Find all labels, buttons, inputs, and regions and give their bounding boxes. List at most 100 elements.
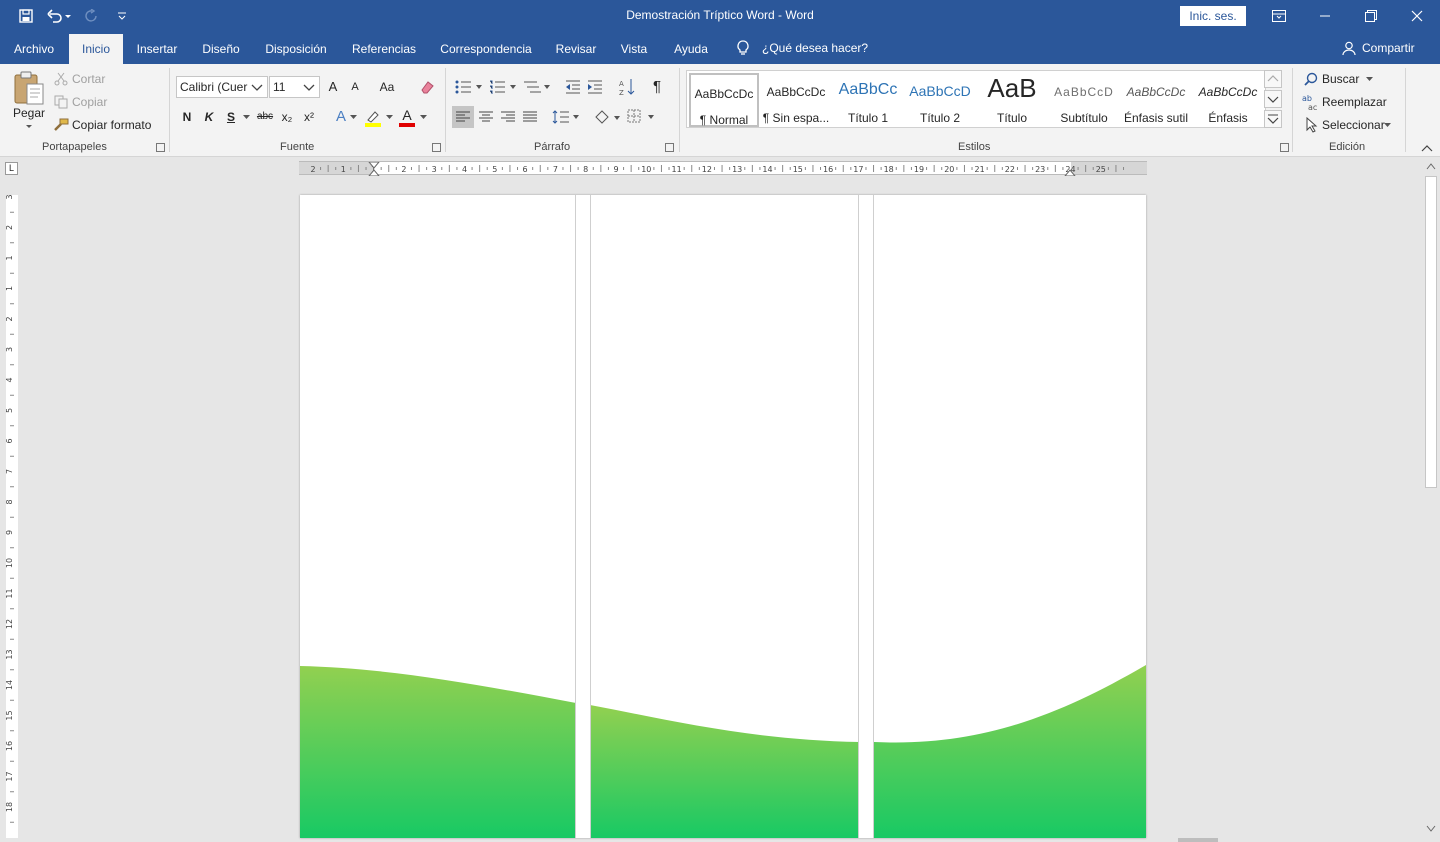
change-case-button[interactable]: Aa (372, 76, 402, 98)
ruler-number: 16 (6, 741, 14, 751)
styles-launcher-button[interactable] (1280, 143, 1289, 152)
sort-button[interactable]: AZ (616, 76, 638, 98)
paste-dropdown-icon[interactable] (25, 124, 33, 129)
scroll-down-icon[interactable] (1426, 825, 1436, 833)
replace-button[interactable]: Reemplazar (1322, 95, 1387, 109)
format-painter-button[interactable]: Copiar formato (72, 118, 151, 132)
tab-archivo[interactable]: Archivo (6, 34, 62, 64)
justify-icon (523, 111, 537, 122)
font-name-box[interactable]: Calibri (Cuer (176, 76, 268, 98)
find-button[interactable]: Buscar (1322, 72, 1359, 86)
ruler-number: 15 (793, 165, 803, 174)
decrease-indent-button[interactable] (563, 76, 583, 98)
shading-button[interactable] (592, 106, 624, 128)
style-heading-1[interactable]: AaBbCc Título 1 (833, 73, 903, 127)
style-no-spacing[interactable]: AaBbCcDc ¶ Sin espa... (761, 73, 831, 127)
tab-diseno[interactable]: Diseño (195, 34, 247, 64)
share-button[interactable]: Compartir (1342, 32, 1415, 64)
horizontal-scrollbar-thumb[interactable] (1178, 838, 1218, 842)
text-effects-button[interactable]: A (330, 106, 352, 128)
line-spacing-icon (552, 110, 579, 124)
align-center-button[interactable] (475, 106, 497, 128)
chevron-down-icon[interactable] (420, 115, 427, 119)
style-title[interactable]: AaB Título (977, 73, 1047, 127)
ruler-number: 6 (523, 165, 528, 174)
restore-button[interactable] (1348, 0, 1394, 32)
tab-insertar[interactable]: Insertar (130, 34, 184, 64)
multilevel-list-button[interactable] (522, 76, 552, 98)
chevron-down-icon[interactable] (1366, 77, 1373, 81)
tab-inicio[interactable]: Inicio (69, 34, 123, 64)
tab-vista[interactable]: Vista (614, 34, 654, 64)
styles-group-label: Estilos (958, 141, 991, 153)
chevron-down-icon[interactable] (302, 80, 316, 94)
svg-text:ac: ac (1308, 103, 1317, 111)
clipboard-launcher-button[interactable] (156, 143, 165, 152)
line-spacing-button[interactable] (551, 106, 581, 128)
close-button[interactable] (1394, 0, 1440, 32)
tab-correspondencia[interactable]: Correspondencia (436, 34, 536, 64)
document-page[interactable] (300, 195, 1146, 838)
style-subtle-emphasis[interactable]: AaBbCcDc Énfasis sutil (1121, 73, 1191, 127)
numbering-button[interactable] (488, 76, 518, 98)
copy-button[interactable]: Copiar (72, 95, 107, 109)
chevron-down-icon[interactable] (386, 115, 393, 119)
collapse-ribbon-button[interactable] (1420, 142, 1434, 154)
subscript-button[interactable]: x₂ (276, 106, 298, 128)
tab-disposicion[interactable]: Disposición (260, 34, 332, 64)
chevron-down-icon[interactable] (1384, 123, 1391, 127)
superscript-button[interactable]: x² (298, 106, 320, 128)
font-launcher-button[interactable] (432, 143, 441, 152)
style-emphasis[interactable]: AaBbCcDc Énfasis (1193, 73, 1263, 127)
show-formatting-button[interactable]: ¶ (646, 76, 668, 98)
chevron-down-icon[interactable] (350, 115, 357, 119)
vertical-ruler[interactable]: 321123456789101112131415161718 (6, 195, 18, 838)
chevron-up-icon (1421, 145, 1433, 152)
styles-scroll-down-button[interactable] (1264, 90, 1282, 108)
italic-button[interactable]: K (198, 106, 220, 128)
font-size-box[interactable]: 11 (269, 76, 320, 98)
shrink-font-button[interactable]: A (344, 76, 366, 98)
minimize-icon (1320, 15, 1330, 17)
clear-formatting-button[interactable] (416, 76, 438, 98)
borders-button[interactable] (626, 106, 658, 128)
replace-icon: ab ac (1302, 93, 1320, 111)
align-left-button[interactable] (452, 106, 474, 128)
styles-more-button[interactable] (1264, 110, 1282, 128)
style-subtitle[interactable]: AaBbCcD Subtítulo (1049, 73, 1119, 127)
underline-button[interactable]: S (220, 106, 242, 128)
tab-ayuda[interactable]: Ayuda (668, 34, 714, 64)
styles-scroll-up-button[interactable] (1264, 70, 1282, 88)
more-icon (1267, 114, 1279, 124)
increase-indent-button[interactable] (585, 76, 605, 98)
tab-referencias[interactable]: Referencias (346, 34, 422, 64)
paragraph-launcher-button[interactable] (665, 143, 674, 152)
bold-button[interactable]: N (176, 106, 198, 128)
minimize-button[interactable] (1302, 0, 1348, 32)
tab-revisar[interactable]: Revisar (550, 34, 602, 64)
horizontal-ruler[interactable]: 2 1 1 2 3 4 5 6 7 8 9 10 11 12 13 14 15 16 17 18 19 20 21 22 23 2… (299, 161, 1147, 176)
style-normal[interactable]: AaBbCcDc ¶ Normal (689, 73, 759, 127)
chevron-down-icon[interactable] (243, 115, 250, 119)
scroll-up-icon[interactable] (1426, 162, 1436, 170)
copy-icon (53, 94, 69, 110)
strikethrough-button[interactable]: abc (254, 106, 276, 128)
tab-selector-button[interactable]: L (5, 162, 18, 175)
tell-me-box[interactable]: ¿Qué desea hacer? (736, 32, 868, 64)
align-right-icon (501, 111, 515, 122)
vertical-scrollbar[interactable] (1422, 158, 1440, 838)
scrollbar-thumb[interactable] (1425, 176, 1437, 488)
highlight-button[interactable] (362, 107, 384, 129)
cut-button[interactable]: Cortar (72, 72, 105, 86)
paste-button[interactable] (12, 70, 46, 106)
sign-in-button[interactable]: Inic. ses. (1180, 6, 1246, 26)
align-right-button[interactable] (497, 106, 519, 128)
justify-button[interactable] (519, 106, 541, 128)
ribbon-display-options-button[interactable] (1256, 0, 1302, 32)
bullets-button[interactable] (454, 76, 484, 98)
grow-font-button[interactable]: A (322, 76, 344, 98)
chevron-down-icon[interactable] (250, 80, 264, 94)
style-heading-2[interactable]: AaBbCcD Título 2 (905, 73, 975, 127)
svg-text:ab: ab (1302, 94, 1312, 103)
select-button[interactable]: Seleccionar (1322, 118, 1385, 132)
